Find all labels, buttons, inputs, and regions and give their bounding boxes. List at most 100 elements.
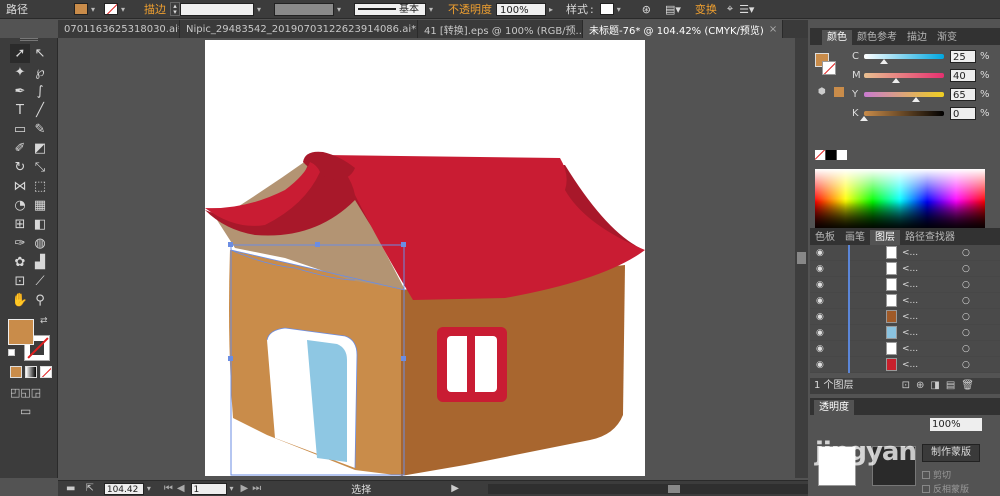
slider-knob[interactable] [880,59,888,64]
first-artboard-icon[interactable]: ⏮ [164,483,173,494]
fill-swatch[interactable]: ▾ [74,3,98,15]
eraser-tool-icon[interactable]: ◩ [30,139,50,158]
brush-definition[interactable]: 基本 ▾ [354,2,436,16]
k-value[interactable]: 0 [950,107,976,120]
visibility-eye-icon[interactable]: ◉ [816,328,824,338]
next-artboard-icon[interactable]: ▶ [241,483,249,494]
layer-row[interactable]: ◉ <... ○ [810,324,1000,341]
status-menu-icon[interactable]: ▶ [451,483,459,494]
channel-slider[interactable] [864,92,944,102]
default-colors-icon[interactable] [8,349,15,356]
artboard-nav-icon[interactable]: ▬ [66,483,75,494]
target-circle-icon[interactable]: ○ [962,264,970,274]
target-circle-icon[interactable]: ○ [962,344,970,354]
symbol-sprayer-tool-icon[interactable]: ✿ [10,253,30,272]
visibility-eye-icon[interactable]: ◉ [816,344,824,354]
visibility-eye-icon[interactable]: ◉ [816,312,824,322]
tab-doc-active[interactable]: 未标题-76* @ 104.42% (CMYK/预览) × [583,20,783,38]
tab-swatches[interactable]: 色板 [810,230,840,245]
tab-pathfinder[interactable]: 路径查找器 [900,230,960,245]
y-value[interactable]: 65 [950,88,976,101]
transparency-opacity-field[interactable]: 100% [930,418,982,431]
stroke-swatch[interactable]: ▾ [104,3,128,15]
layer-row[interactable]: ◉ <... ○ [810,356,1000,373]
rotate-tool-icon[interactable]: ↻ [10,158,30,177]
artboard-number-field[interactable]: 1 [190,482,227,495]
tab-doc-1[interactable]: 0701163625318030.ai*× [58,20,180,38]
opacity-link[interactable]: 不透明度 [448,1,492,17]
visibility-eye-icon[interactable]: ◉ [816,296,824,306]
blend-tool-icon[interactable]: ◍ [30,234,50,253]
target-circle-icon[interactable]: ○ [962,248,970,258]
none-color-swatch[interactable] [815,150,825,160]
mask-thumbnail[interactable] [872,446,916,486]
export-icon[interactable]: ⇱ [85,483,93,494]
canvas-horizontal-scrollbar[interactable] [488,484,808,494]
stroke-link[interactable]: 描边 [144,1,166,17]
variable-width-profile[interactable]: ▾ [274,2,344,16]
canvas-vertical-scrollbar[interactable] [795,38,808,478]
visibility-eye-icon[interactable]: ◉ [816,264,824,274]
tab-layers[interactable]: 图层 [870,230,900,245]
channel-slider[interactable] [860,111,944,121]
isolate-icon[interactable]: ⌖ [727,2,733,16]
m-value[interactable]: 40 [950,69,976,82]
rectangle-tool-icon[interactable]: ▭ [10,120,30,139]
fill-box[interactable] [8,319,34,345]
direct-selection-tool-icon[interactable]: ↖ [30,44,50,63]
channel-slider[interactable] [864,54,944,64]
toolbar-grip[interactable] [20,38,38,41]
free-transform-tool-icon[interactable]: ⬚ [30,177,50,196]
selection-tool-icon[interactable]: ➚ [10,44,30,63]
gradient-mode-icon[interactable] [25,366,37,378]
tab-doc-3[interactable]: 41 [转换].eps @ 100% (RGB/预...× [418,20,583,38]
recolor-icon[interactable]: ⊛ [642,3,651,16]
visibility-eye-icon[interactable]: ◉ [816,280,824,290]
target-circle-icon[interactable]: ○ [962,312,970,322]
panel-menu-icon[interactable]: ☰▾ [739,3,754,16]
tab-transparency[interactable]: 透明度 [814,400,854,415]
shape-builder-tool-icon[interactable]: ◔ [10,196,30,215]
zoom-tool-icon[interactable]: ⚲ [30,291,50,310]
artboard[interactable] [205,40,645,476]
layer-row[interactable]: ◉ <... ○ [810,340,1000,357]
make-mask-button[interactable]: 制作蒙版 [922,444,980,462]
pen-tool-icon[interactable]: ✒ [10,82,30,101]
screen-mode-icon[interactable]: ▭ [20,404,31,418]
none-mode-icon[interactable] [40,366,52,378]
gradient-tool-icon[interactable]: ◧ [30,215,50,234]
line-tool-icon[interactable]: ╱ [30,101,50,120]
scrollbar-thumb[interactable] [668,485,680,493]
color-spectrum[interactable] [815,169,985,235]
lasso-tool-icon[interactable]: ℘ [30,63,50,82]
layer-row[interactable]: ◉ <... ○ [810,276,1000,293]
invert-mask-checkbox[interactable] [922,484,930,493]
scrollbar-thumb[interactable] [797,252,806,264]
artboard-tool-icon[interactable]: ⊡ [10,272,30,291]
tab-brushes[interactable]: 画笔 [840,230,870,245]
style-swatch[interactable]: ▾ [599,3,624,15]
slice-tool-icon[interactable]: ⟋ [30,272,50,291]
tab-color-guide[interactable]: 颜色参考 [852,30,902,45]
slider-knob[interactable] [892,78,900,83]
stroke-weight-spinner[interactable]: ▴ ▾ ▾ [170,2,264,16]
layer-row[interactable]: ◉ <... ○ [810,244,1000,261]
color-mode-icon[interactable] [10,366,22,378]
layer-row[interactable]: ◉ <... ○ [810,292,1000,309]
target-circle-icon[interactable]: ○ [962,328,970,338]
tab-gradient[interactable]: 渐变 [932,30,962,45]
width-tool-icon[interactable]: ⋈ [10,177,30,196]
target-circle-icon[interactable]: ○ [962,280,970,290]
paintbrush-tool-icon[interactable]: ✎ [30,120,50,139]
draw-mode-icon[interactable]: ◰◱◲ [10,386,41,399]
perspective-grid-tool-icon[interactable]: ▦ [30,196,50,215]
slider-knob[interactable] [912,97,920,102]
black-swatch[interactable] [826,150,836,160]
transform-link[interactable]: 变换 [695,1,717,17]
layer-actions-icon[interactable]: ⊡⊕◨▤🗑 [902,378,980,394]
column-graph-tool-icon[interactable]: ▟ [30,253,50,272]
prev-artboard-icon[interactable]: ◀ [177,483,185,494]
type-tool-icon[interactable]: T [10,101,30,120]
white-swatch[interactable] [837,150,847,160]
eyedropper-tool-icon[interactable]: ✑ [10,234,30,253]
